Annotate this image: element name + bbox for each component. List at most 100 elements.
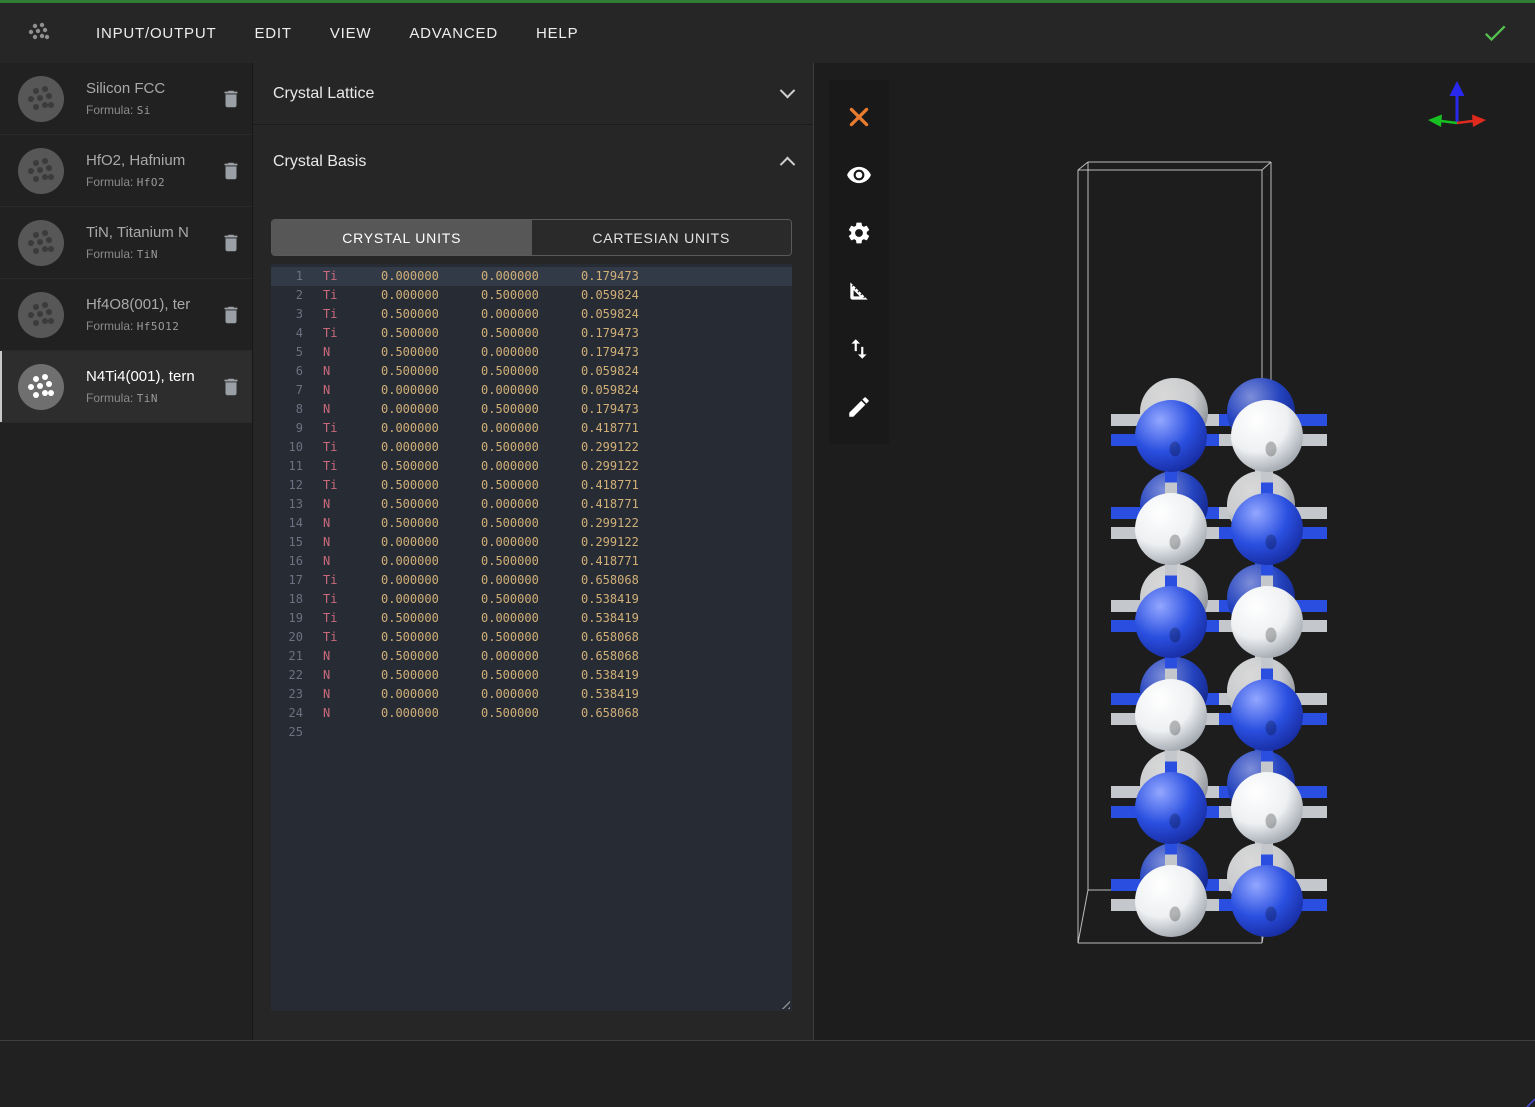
- edit-button[interactable]: [829, 378, 889, 436]
- line-number: 20: [279, 628, 303, 647]
- basis-coordinates-editor[interactable]: 1 Ti 0.000000 0.000000 0.179473 2 Ti 0.0…: [271, 264, 792, 1011]
- coord-x: 0.000000: [381, 533, 481, 552]
- coord-y: 0.000000: [481, 343, 581, 362]
- editor-line: 17 Ti 0.000000 0.000000 0.658068: [271, 571, 792, 590]
- material-formula: Formula: HfO2: [86, 175, 220, 189]
- coord-z: 0.658068: [581, 571, 681, 590]
- coord-y: 0.000000: [481, 305, 581, 324]
- coord-z: 0.658068: [581, 704, 681, 723]
- x-axis-arrowhead: [1472, 115, 1486, 128]
- coord-z: 0.179473: [581, 324, 681, 343]
- menu-bar: INPUT/OUTPUT EDIT VIEW ADVANCED HELP: [0, 3, 1535, 63]
- coord-z: 0.538419: [581, 685, 681, 704]
- coord-y: 0.500000: [481, 590, 581, 609]
- 3d-structure-viewer[interactable]: [814, 63, 1535, 1040]
- delete-material-button[interactable]: [220, 160, 242, 182]
- coord-y: 0.000000: [481, 571, 581, 590]
- editor-line: 13 N 0.500000 0.000000 0.418771: [271, 495, 792, 514]
- delete-material-button[interactable]: [220, 88, 242, 110]
- element-symbol: N: [323, 666, 381, 685]
- menu-item-help[interactable]: HELP: [536, 25, 578, 42]
- coord-x: 0.000000: [381, 419, 481, 438]
- materials-designer-app: INPUT/OUTPUT EDIT VIEW ADVANCED HELP: [0, 0, 1535, 1107]
- editor-lines: 1 Ti 0.000000 0.000000 0.179473 2 Ti 0.0…: [271, 267, 792, 723]
- coord-x: 0.000000: [381, 438, 481, 457]
- line-number: 8: [279, 400, 303, 419]
- material-title: TiN, Titanium N: [86, 224, 220, 241]
- coord-y: 0.500000: [481, 476, 581, 495]
- coord-z: 0.299122: [581, 457, 681, 476]
- measure-button[interactable]: [829, 262, 889, 320]
- coord-x: 0.000000: [381, 685, 481, 704]
- coord-y: 0.000000: [481, 647, 581, 666]
- element-symbol: Ti: [323, 476, 381, 495]
- line-number: 12: [279, 476, 303, 495]
- crystal-basis-header[interactable]: Crystal Basis: [253, 125, 813, 198]
- material-list-item[interactable]: TiN, Titanium N Formula: TiN: [0, 207, 252, 279]
- material-title: Silicon FCC: [86, 80, 220, 97]
- menu-item-advanced[interactable]: ADVANCED: [409, 25, 498, 42]
- tab-crystal-units[interactable]: CRYSTAL UNITS: [272, 220, 532, 255]
- editor-line: 10 Ti 0.000000 0.500000 0.299122: [271, 438, 792, 457]
- material-avatar-icon: [18, 148, 64, 194]
- line-number: 2: [279, 286, 303, 305]
- element-symbol: Ti: [323, 457, 381, 476]
- coord-z: 0.059824: [581, 362, 681, 381]
- delete-material-button[interactable]: [220, 304, 242, 326]
- material-avatar-icon: [18, 220, 64, 266]
- line-number: 17: [279, 571, 303, 590]
- material-list-item[interactable]: N4Ti4(001), tern Formula: TiN: [0, 351, 252, 423]
- coord-y: 0.500000: [481, 704, 581, 723]
- coord-y: 0.000000: [481, 419, 581, 438]
- material-list-item[interactable]: Silicon FCC Formula: Si: [0, 63, 252, 135]
- element-symbol: Ti: [323, 609, 381, 628]
- settings-button[interactable]: [829, 204, 889, 262]
- material-editor-panel: Crystal Lattice Crystal Basis CRYSTAL UN…: [253, 63, 814, 1040]
- units-tabs: CRYSTAL UNITS CARTESIAN UNITS: [271, 219, 792, 256]
- materials-sidebar: Silicon FCC Formula: Si: [0, 63, 253, 1040]
- menu-item-view[interactable]: VIEW: [330, 25, 372, 42]
- editor-line: 8 N 0.000000 0.500000 0.179473: [271, 400, 792, 419]
- main-menu: INPUT/OUTPUT EDIT VIEW ADVANCED HELP: [96, 25, 578, 42]
- crystal-lattice-header[interactable]: Crystal Lattice: [253, 63, 813, 125]
- editor-line: 11 Ti 0.500000 0.000000 0.299122: [271, 457, 792, 476]
- check-icon[interactable]: [1481, 19, 1509, 47]
- coord-x: 0.000000: [381, 552, 481, 571]
- coord-x: 0.500000: [381, 476, 481, 495]
- coord-z: 0.538419: [581, 590, 681, 609]
- coord-x: 0.500000: [381, 305, 481, 324]
- line-number: 11: [279, 457, 303, 476]
- tab-cartesian-units[interactable]: CARTESIAN UNITS: [532, 220, 792, 255]
- coord-y: 0.000000: [481, 381, 581, 400]
- delete-material-button[interactable]: [220, 232, 242, 254]
- material-info: N4Ti4(001), tern Formula: TiN: [86, 368, 220, 405]
- swap-vertical-button[interactable]: [829, 320, 889, 378]
- menu-item-input-output[interactable]: INPUT/OUTPUT: [96, 25, 216, 42]
- coord-y: 0.500000: [481, 666, 581, 685]
- element-symbol: N: [323, 533, 381, 552]
- corner-resize-mark: [1525, 1097, 1535, 1107]
- material-info: Hf4O8(001), ter Formula: Hf5O12: [86, 296, 220, 333]
- close-viewer-button[interactable]: [829, 88, 889, 146]
- footer: [0, 1040, 1535, 1107]
- menu-item-edit[interactable]: EDIT: [254, 25, 291, 42]
- coord-y: 0.000000: [481, 685, 581, 704]
- editor-line: 23 N 0.000000 0.000000 0.538419: [271, 685, 792, 704]
- coord-x: 0.500000: [381, 647, 481, 666]
- element-symbol: N: [323, 495, 381, 514]
- coord-x: 0.000000: [381, 286, 481, 305]
- coord-y: 0.500000: [481, 552, 581, 571]
- material-list-item[interactable]: Hf4O8(001), ter Formula: Hf5O12: [0, 279, 252, 351]
- line-number: 14: [279, 514, 303, 533]
- delete-material-button[interactable]: [220, 376, 242, 398]
- material-list-item[interactable]: HfO2, Hafnium Formula: HfO2: [0, 135, 252, 207]
- line-number: 3: [279, 305, 303, 324]
- material-title: Hf4O8(001), ter: [86, 296, 220, 313]
- line-number: 22: [279, 666, 303, 685]
- line-number: 21: [279, 647, 303, 666]
- coord-x: 0.000000: [381, 267, 481, 286]
- visibility-button[interactable]: [829, 146, 889, 204]
- resize-grip[interactable]: [778, 997, 790, 1009]
- coord-z: 0.418771: [581, 552, 681, 571]
- crystal-structure-canvas[interactable]: [814, 63, 1535, 1040]
